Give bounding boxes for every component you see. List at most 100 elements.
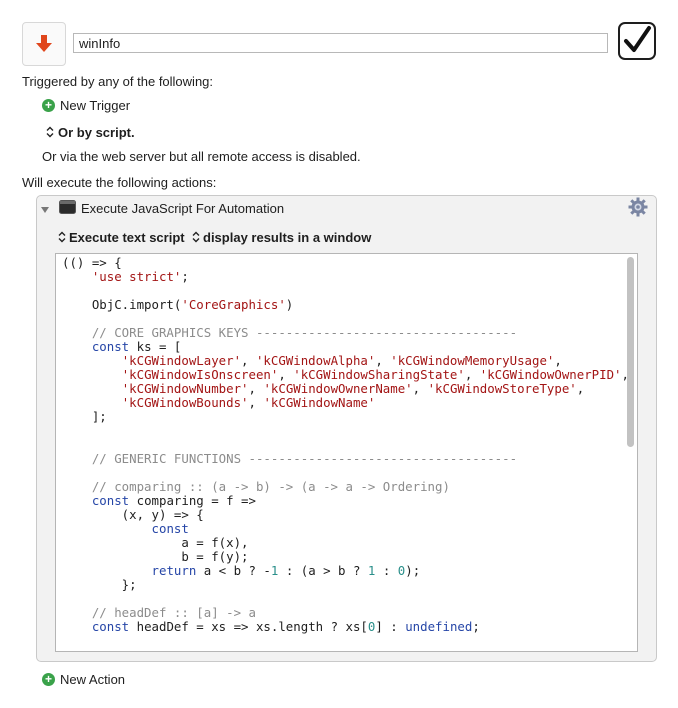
- code-token: 'kCGWindowSharingState': [293, 367, 465, 382]
- up-down-chevron-icon: [45, 126, 54, 140]
- checkmark-icon: [622, 25, 652, 58]
- code-line: b = f(y);: [62, 550, 629, 564]
- code-line: const ks = [: [62, 340, 629, 354]
- code-token: const: [91, 619, 130, 634]
- add-icon: +: [42, 673, 55, 686]
- triggers-heading: Triggered by any of the following:: [22, 74, 214, 89]
- code-token: ,: [278, 367, 294, 382]
- code-token: 'kCGWindowAlpha': [255, 353, 376, 368]
- code-token: ,: [248, 381, 264, 396]
- code-line: 'kCGWindowIsOnscreen', 'kCGWindowSharing…: [62, 368, 629, 382]
- code-token: ObjC.import(: [62, 297, 182, 312]
- code-token: ,: [464, 367, 480, 382]
- code-token: 'kCGWindowBounds': [121, 395, 249, 410]
- results-output-popup[interactable]: display results in a window: [191, 230, 371, 245]
- code-token: b = f(y);: [62, 549, 249, 564]
- macro-name-input[interactable]: [73, 33, 608, 53]
- code-token: 'use strict': [91, 269, 182, 284]
- script-code[interactable]: (() => { 'use strict'; ObjC.import('Core…: [62, 256, 629, 634]
- code-line: // headDef :: [a] -> a: [62, 606, 629, 620]
- macro-enabled-checkbox[interactable]: [618, 22, 656, 60]
- editor-scrollbar[interactable]: [626, 257, 635, 648]
- terminal-icon: [59, 200, 76, 217]
- up-down-chevron-icon: [57, 231, 66, 245]
- code-token: ,: [554, 353, 562, 368]
- code-token: : (a > b ?: [278, 563, 368, 578]
- code-token: (() => {: [62, 255, 122, 270]
- code-token: ,: [375, 353, 391, 368]
- code-token: 'kCGWindowOwnerPID': [479, 367, 622, 382]
- new-action-label: New Action: [60, 672, 126, 687]
- code-token: ;: [181, 269, 189, 284]
- down-arrow-icon: [36, 33, 52, 56]
- code-token: // comparing :: (a -> b) -> (a -> a -> O…: [62, 479, 450, 494]
- code-line: ObjC.import('CoreGraphics'): [62, 298, 629, 312]
- code-line: // GENERIC FUNCTIONS -------------------…: [62, 452, 629, 466]
- code-line: (() => {: [62, 256, 629, 270]
- code-line: const comparing = f =>: [62, 494, 629, 508]
- code-line: 'use strict';: [62, 270, 629, 284]
- macro-icon-well[interactable]: [22, 22, 66, 66]
- code-line: 'kCGWindowLayer', 'kCGWindowAlpha', 'kCG…: [62, 354, 629, 368]
- code-token: ] :: [375, 619, 406, 634]
- script-mode-popup[interactable]: Execute text script: [57, 230, 185, 245]
- code-token: 'CoreGraphics': [181, 297, 286, 312]
- results-output-label: display results in a window: [203, 230, 372, 245]
- code-line: // comparing :: (a -> b) -> (a -> a -> O…: [62, 480, 629, 494]
- up-down-chevron-icon: [191, 231, 200, 245]
- code-line: const headDef = xs => xs.length ? xs[0] …: [62, 620, 629, 634]
- code-token: ;: [472, 619, 480, 634]
- or-by-script-label: Or by script.: [58, 125, 135, 140]
- code-token: );: [405, 563, 421, 578]
- code-token: 'kCGWindowMemoryUsage': [390, 353, 555, 368]
- editor-scroll-thumb[interactable]: [627, 257, 634, 447]
- code-token: ks = [: [129, 339, 182, 354]
- script-editor[interactable]: (() => { 'use strict'; ObjC.import('Core…: [55, 253, 638, 652]
- code-line: a = f(x),: [62, 536, 629, 550]
- code-token: (x, y) => {: [62, 507, 204, 522]
- code-token: undefined: [405, 619, 473, 634]
- code-token: comparing = f =>: [129, 493, 256, 508]
- code-token: ): [285, 297, 294, 312]
- code-token: return: [151, 563, 197, 578]
- code-line: 'kCGWindowBounds', 'kCGWindowName': [62, 396, 629, 410]
- new-trigger-button[interactable]: + New Trigger: [42, 98, 130, 113]
- or-by-script-popup[interactable]: Or by script.: [45, 125, 135, 140]
- code-line: 'kCGWindowNumber', 'kCGWindowOwnerName',…: [62, 382, 629, 396]
- script-mode-label: Execute text script: [69, 230, 185, 245]
- code-token: // headDef :: [a] -> a: [62, 605, 256, 620]
- code-token: ];: [62, 409, 107, 424]
- code-token: 'kCGWindowStoreType': [427, 381, 577, 396]
- new-action-button[interactable]: + New Action: [42, 672, 125, 687]
- code-token: a < b ? -: [196, 563, 271, 578]
- code-token: // GENERIC FUNCTIONS -------------------…: [62, 451, 518, 466]
- gear-icon[interactable]: [628, 197, 648, 220]
- code-token: 'kCGWindowLayer': [121, 353, 242, 368]
- code-token: ,: [576, 381, 585, 396]
- actions-heading: Will execute the following actions:: [22, 175, 217, 190]
- code-token: 'kCGWindowNumber': [121, 381, 249, 396]
- new-trigger-label: New Trigger: [60, 98, 131, 113]
- code-line: return a < b ? -1 : (a > b ? 1 : 0);: [62, 564, 629, 578]
- web-server-note: Or via the web server but all remote acc…: [42, 149, 361, 164]
- disclosure-triangle-icon[interactable]: [40, 203, 50, 218]
- code-token: 'kCGWindowName': [263, 395, 376, 410]
- code-token: // CORE GRAPHICS KEYS ------------------…: [62, 325, 518, 340]
- code-token: 'kCGWindowOwnerName': [263, 381, 413, 396]
- code-line: ];: [62, 410, 629, 424]
- code-token: a = f(x),: [62, 535, 249, 550]
- code-token: headDef = xs => xs.length ? xs[: [129, 619, 368, 634]
